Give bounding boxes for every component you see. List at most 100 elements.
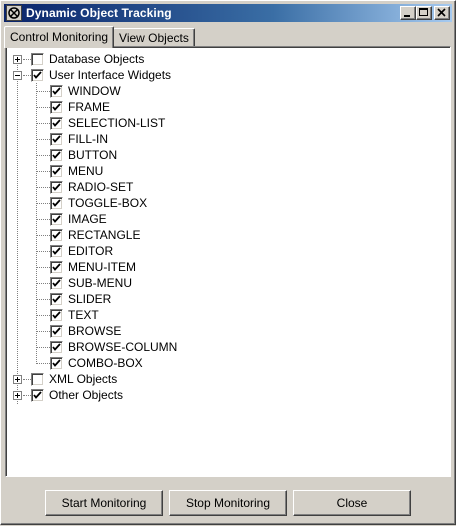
menu-checkbox[interactable]: [50, 165, 63, 178]
main-window: Dynamic Object Tracking Control Monitori…: [0, 0, 456, 525]
tree-connector: [37, 331, 50, 332]
checkmark-icon: [52, 215, 61, 223]
checkmark-icon: [52, 119, 61, 127]
tree-leaf-button: BUTTON: [6, 147, 450, 163]
browse-checkbox[interactable]: [50, 325, 63, 338]
tree-connector: [23, 75, 31, 76]
button-bar: Start Monitoring Stop Monitoring Close: [1, 481, 456, 526]
tree-leaf-label: BROWSE: [68, 324, 122, 338]
tree-leaf-image: IMAGE: [6, 211, 450, 227]
checkmark-icon: [52, 263, 61, 271]
minimize-icon: [404, 15, 410, 17]
expand-icon[interactable]: [13, 391, 22, 400]
title-bar[interactable]: Dynamic Object Tracking: [4, 4, 452, 22]
tree-connector: [37, 251, 50, 252]
ui-widgets-checkbox[interactable]: [31, 69, 44, 82]
tree-leaf-selection-list: SELECTION-LIST: [6, 115, 450, 131]
browse-column-checkbox[interactable]: [50, 341, 63, 354]
xml-objects-checkbox[interactable]: [31, 373, 44, 386]
tree-leaf-label: BROWSE-COLUMN: [68, 340, 178, 354]
tree-leaf-label: MENU: [68, 164, 104, 178]
expand-icon[interactable]: [13, 55, 22, 64]
frame-checkbox[interactable]: [50, 101, 63, 114]
toggle-box-checkbox[interactable]: [50, 197, 63, 210]
collapse-icon[interactable]: [13, 71, 22, 80]
tree-node-label: Database Objects: [49, 52, 145, 66]
start-monitoring-button[interactable]: Start Monitoring: [45, 490, 163, 516]
checkmark-icon: [52, 151, 61, 159]
tab-view-objects[interactable]: View Objects: [113, 28, 195, 47]
tree-connector: [37, 363, 50, 364]
text-checkbox[interactable]: [50, 309, 63, 322]
editor-checkbox[interactable]: [50, 245, 63, 258]
expand-icon[interactable]: [13, 375, 22, 384]
tree-connector: [37, 283, 50, 284]
tree-connector: [37, 267, 50, 268]
other-objects-checkbox[interactable]: [31, 389, 44, 402]
tree-node-label: User Interface Widgets: [49, 68, 172, 82]
rectangle-checkbox[interactable]: [50, 229, 63, 242]
tree-leaf-text: TEXT: [6, 307, 450, 323]
tree-connector: [37, 107, 50, 108]
fill-in-checkbox[interactable]: [50, 133, 63, 146]
tree-connector: [37, 347, 50, 348]
sub-menu-checkbox[interactable]: [50, 277, 63, 290]
close-icon: [437, 8, 446, 17]
close-window-button[interactable]: [434, 6, 450, 20]
tree-connector: [37, 203, 50, 204]
menu-item-checkbox[interactable]: [50, 261, 63, 274]
tree-leaf-rectangle: RECTANGLE: [6, 227, 450, 243]
checkmark-icon: [52, 247, 61, 255]
tree-leaf-label: SELECTION-LIST: [68, 116, 166, 130]
tree-leaf-radio-set: RADIO-SET: [6, 179, 450, 195]
radio-set-checkbox[interactable]: [50, 181, 63, 194]
button-checkbox[interactable]: [50, 149, 63, 162]
tree-leaf-combo-box: COMBO-BOX: [6, 355, 450, 371]
checkmark-icon: [33, 71, 42, 79]
checkmark-icon: [52, 231, 61, 239]
tree-connector: [23, 395, 31, 396]
selection-list-checkbox[interactable]: [50, 117, 63, 130]
tree-connector: [23, 379, 31, 380]
maximize-button[interactable]: [416, 6, 432, 20]
stop-monitoring-button[interactable]: Stop Monitoring: [169, 490, 287, 516]
app-icon: [6, 5, 22, 21]
checkmark-icon: [52, 311, 61, 319]
tree-leaf-label: COMBO-BOX: [68, 356, 143, 370]
maximize-icon: [419, 8, 428, 16]
checkmark-icon: [52, 87, 61, 95]
tree-leaf-frame: FRAME: [6, 99, 450, 115]
window-title: Dynamic Object Tracking: [26, 6, 172, 20]
tree-leaf-browse-column: BROWSE-COLUMN: [6, 339, 450, 355]
checkmark-icon: [52, 199, 61, 207]
tree-node-other-objects: Other Objects: [6, 387, 450, 403]
object-tree: Database Objects User Interface Widgets …: [5, 46, 451, 477]
tree-leaf-slider: SLIDER: [6, 291, 450, 307]
tree-connector: [37, 155, 50, 156]
tree-connector: [37, 187, 50, 188]
tab-control-monitoring[interactable]: Control Monitoring: [4, 26, 115, 48]
tree-leaf-label: BUTTON: [68, 148, 118, 162]
checkmark-icon: [52, 167, 61, 175]
combo-box-checkbox[interactable]: [50, 357, 63, 370]
slider-checkbox[interactable]: [50, 293, 63, 306]
tree-leaf-label: WINDOW: [68, 84, 121, 98]
tree-leaf-sub-menu: SUB-MENU: [6, 275, 450, 291]
checkmark-icon: [52, 103, 61, 111]
tree-leaf-browse: BROWSE: [6, 323, 450, 339]
minimize-button[interactable]: [400, 6, 416, 20]
tree-leaf-label: IMAGE: [68, 212, 107, 226]
window-checkbox[interactable]: [50, 85, 63, 98]
tree-leaf-label: TEXT: [68, 308, 99, 322]
checkmark-icon: [33, 391, 42, 399]
database-objects-checkbox[interactable]: [31, 53, 44, 66]
tree-node-ui-widgets: User Interface Widgets: [6, 67, 450, 83]
tree-leaf-label: TOGGLE-BOX: [68, 196, 148, 210]
tree-leaf-label: SLIDER: [68, 292, 112, 306]
close-button[interactable]: Close: [293, 490, 411, 516]
tree-leaf-fill-in: FILL-IN: [6, 131, 450, 147]
tree-leaf-label: FILL-IN: [68, 132, 109, 146]
tree-connector: [37, 219, 50, 220]
tree-connector: [23, 59, 31, 60]
image-checkbox[interactable]: [50, 213, 63, 226]
